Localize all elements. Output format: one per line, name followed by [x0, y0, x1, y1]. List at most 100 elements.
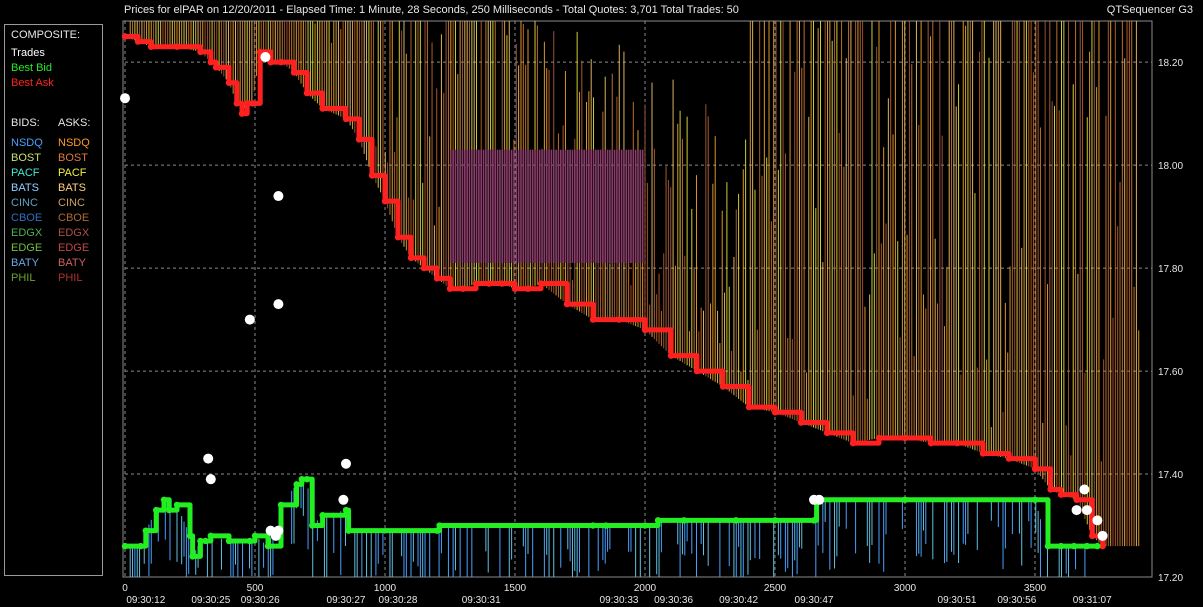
- best-bid-point: [166, 506, 173, 514]
- best-ask-point: [1005, 455, 1013, 462]
- best-ask-point: [407, 254, 415, 262]
- best-bid-point: [732, 517, 740, 524]
- trade-point: [338, 494, 349, 505]
- best-ask-point: [498, 280, 506, 287]
- best-ask-point: [641, 326, 649, 334]
- best-ask-point: [472, 280, 480, 287]
- best-bid-point: [771, 517, 779, 524]
- best-ask-point: [524, 285, 532, 292]
- trade-point: [1082, 505, 1092, 516]
- best-ask-point: [446, 285, 454, 292]
- time-label: 09:30:42: [719, 595, 758, 606]
- best-bid-point: [202, 537, 209, 545]
- best-ask-point: [693, 367, 701, 375]
- best-ask-point: [745, 403, 753, 411]
- best-ask-point: [589, 316, 597, 323]
- best-bid-point: [654, 517, 662, 524]
- best-bid-point: [309, 522, 316, 529]
- best-ask-point: [225, 79, 233, 86]
- best-bid-point: [246, 537, 253, 545]
- best-ask-point: [342, 115, 350, 123]
- best-ask-point: [420, 264, 428, 272]
- trade-point: [120, 93, 130, 104]
- best-ask-point: [381, 197, 389, 205]
- best-bid-point: [345, 527, 352, 534]
- x-tick-label: 0: [122, 583, 128, 594]
- best-bid-point: [186, 532, 194, 540]
- best-ask-point: [979, 450, 987, 457]
- best-bid-point: [137, 542, 144, 550]
- trade-point: [244, 314, 255, 325]
- best-ask-point: [901, 434, 909, 442]
- best-ask-point: [303, 89, 311, 97]
- best-ask-point: [927, 439, 935, 447]
- best-bid-point: [1044, 542, 1052, 550]
- best-bid-point: [901, 496, 909, 503]
- best-ask-point: [719, 383, 727, 390]
- best-bid-point: [277, 501, 285, 509]
- best-ask-point: [953, 439, 961, 447]
- time-label: 09:30:27: [327, 595, 366, 606]
- best-ask-point: [277, 58, 285, 66]
- time-label: 09:30:12: [126, 595, 165, 606]
- best-ask-point: [1047, 486, 1054, 493]
- best-ask-point: [233, 100, 240, 107]
- best-ask-point: [212, 64, 220, 71]
- best-bid-point: [121, 542, 129, 550]
- best-ask-point: [290, 69, 298, 76]
- time-label: 09:30:26: [241, 595, 280, 606]
- trade-point: [273, 191, 284, 202]
- time-label: 09:30:56: [997, 595, 1036, 606]
- x-tick-label: 1000: [374, 583, 397, 594]
- best-ask-point: [368, 172, 376, 179]
- best-ask-point: [433, 275, 441, 282]
- best-ask-point: [875, 434, 883, 442]
- x-tick-label: 3000: [894, 583, 917, 594]
- price-chart: 0 500 1000 1500 2000 2500 3000 3500 09:30:12 09:3…: [120, 20, 1183, 606]
- x-tick-label: 500: [247, 583, 264, 594]
- best-ask-point: [615, 316, 623, 323]
- time-label: 09:30:33: [600, 595, 639, 606]
- exchange-quotes: [129, 21, 1140, 577]
- trade-point: [273, 299, 284, 310]
- best-bid-point: [251, 532, 259, 540]
- best-bid-point: [173, 501, 181, 509]
- best-ask-point: [121, 33, 129, 40]
- best-bid-point: [207, 532, 214, 540]
- y-tick-label: 17.20: [1158, 573, 1183, 584]
- best-bid-point: [589, 522, 597, 529]
- y-tick-label: 17.40: [1158, 470, 1183, 481]
- best-bid-point: [641, 522, 649, 529]
- trades: [120, 52, 1108, 541]
- best-ask-point: [1031, 465, 1039, 473]
- trade-point: [1071, 505, 1082, 516]
- time-label: 09:30:31: [462, 595, 501, 606]
- best-bid-point: [342, 506, 350, 514]
- best-bid-point: [810, 517, 818, 524]
- best-ask-point: [537, 280, 545, 287]
- best-bid-point: [1083, 542, 1091, 550]
- best-bid-point: [142, 527, 149, 534]
- time-label: 09:30:51: [938, 595, 977, 606]
- best-bid-point: [1031, 496, 1039, 503]
- trade-point: [814, 494, 825, 505]
- best-ask-point: [355, 136, 363, 143]
- best-ask-point: [459, 285, 467, 292]
- best-ask-point: [511, 285, 519, 292]
- best-ask-point: [173, 43, 181, 50]
- time-label: 09:30:25: [191, 595, 230, 606]
- best-ask-point: [197, 48, 204, 56]
- time-label: 09:30:36: [654, 595, 693, 606]
- best-bid-point: [189, 553, 196, 560]
- best-ask-point: [771, 409, 779, 416]
- best-bid-point: [680, 517, 688, 524]
- best-ask-point: [1057, 491, 1065, 498]
- best-ask-point: [394, 234, 402, 241]
- best-bid-point: [153, 506, 160, 514]
- time-label: 09:30:47: [795, 595, 834, 606]
- best-bid-point: [264, 542, 272, 550]
- trade-point: [1079, 484, 1090, 495]
- y-tick-label: 17.80: [1158, 264, 1183, 275]
- best-ask-point: [797, 419, 805, 426]
- best-ask-point: [485, 280, 493, 287]
